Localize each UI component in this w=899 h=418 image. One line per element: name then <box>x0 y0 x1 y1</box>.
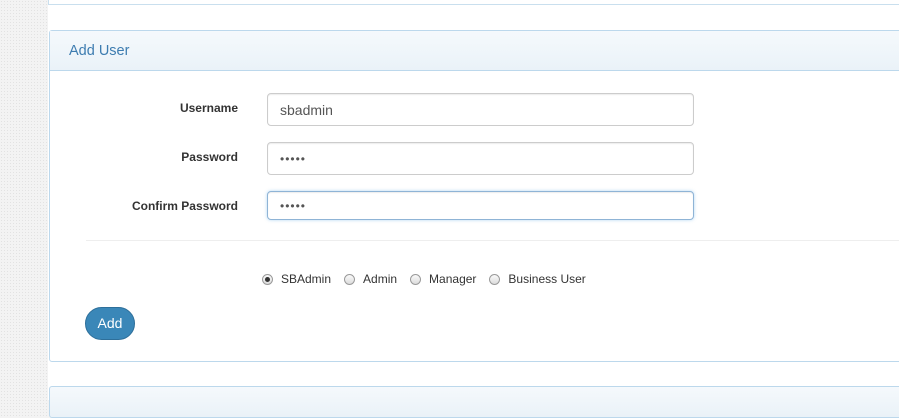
username-row: Username <box>50 93 750 127</box>
role-radio-group: SBAdmin Admin Manager Business User <box>262 271 599 287</box>
radio-unchecked-icon[interactable] <box>489 273 501 285</box>
username-label: Username <box>179 101 238 115</box>
role-option-manager[interactable]: Manager <box>410 272 476 286</box>
previous-panel <box>48 0 899 5</box>
next-panel <box>49 386 899 418</box>
form-divider <box>86 240 899 241</box>
confirm-password-label: Confirm Password <box>131 199 238 213</box>
add-button[interactable]: Add <box>85 307 135 340</box>
role-label: Admin <box>363 272 398 286</box>
role-option-sbadmin[interactable]: SBAdmin <box>262 272 331 286</box>
panel-title: Add User <box>50 31 899 71</box>
role-option-business-user[interactable]: Business User <box>489 272 586 286</box>
radio-unchecked-icon[interactable] <box>410 273 422 285</box>
confirm-password-input[interactable] <box>267 191 694 220</box>
role-label: Business User <box>508 272 586 286</box>
role-label: Manager <box>429 272 477 286</box>
page-content: Add User Username Password Confirm Passw… <box>48 0 899 418</box>
role-option-admin[interactable]: Admin <box>344 272 397 286</box>
username-input[interactable] <box>267 93 694 126</box>
radio-checked-icon[interactable] <box>262 273 273 285</box>
confirm-password-row: Confirm Password <box>50 191 750 225</box>
password-label: Password <box>181 150 238 164</box>
radio-unchecked-icon[interactable] <box>344 273 356 285</box>
password-input[interactable] <box>267 142 694 175</box>
add-user-panel: Add User Username Password Confirm Passw… <box>49 30 899 362</box>
role-label: SBAdmin <box>281 272 332 286</box>
password-row: Password <box>50 142 750 176</box>
